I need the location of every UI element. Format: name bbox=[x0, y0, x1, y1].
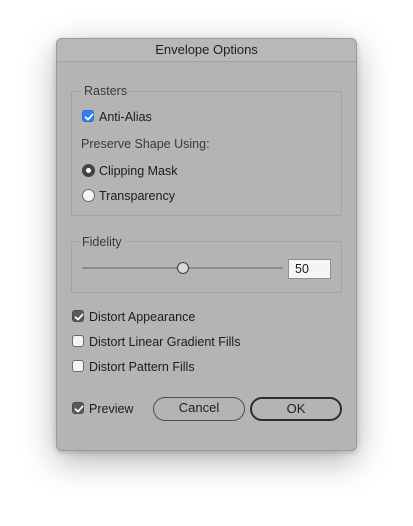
transparency-radio[interactable] bbox=[82, 189, 95, 202]
preview-checkbox[interactable] bbox=[72, 402, 84, 414]
fidelity-value-field[interactable]: 50 bbox=[288, 259, 331, 279]
checkmark-icon bbox=[74, 405, 84, 413]
ok-button[interactable]: OK bbox=[250, 397, 342, 421]
distort-pattern-fills-label: Distort Pattern Fills bbox=[89, 360, 195, 374]
distort-pattern-fills-checkbox[interactable] bbox=[72, 360, 84, 372]
cancel-button[interactable]: Cancel bbox=[153, 397, 245, 421]
distort-appearance-label: Distort Appearance bbox=[89, 310, 196, 324]
checkmark-icon bbox=[74, 313, 84, 321]
preview-label: Preview bbox=[89, 402, 134, 416]
distort-linear-gradient-label: Distort Linear Gradient Fills bbox=[89, 335, 241, 349]
rasters-legend: Rasters bbox=[82, 84, 130, 98]
clipping-mask-label: Clipping Mask bbox=[99, 164, 178, 178]
anti-alias-checkbox[interactable] bbox=[82, 110, 94, 122]
fidelity-legend: Fidelity bbox=[80, 235, 124, 249]
dialog-title: Envelope Options bbox=[57, 39, 356, 62]
clipping-mask-radio[interactable] bbox=[82, 164, 95, 177]
anti-alias-label: Anti-Alias bbox=[99, 110, 152, 124]
distort-appearance-checkbox[interactable] bbox=[72, 310, 84, 322]
preserve-shape-label: Preserve Shape Using: bbox=[81, 137, 210, 151]
checkmark-icon bbox=[84, 113, 94, 121]
fidelity-slider-thumb[interactable] bbox=[177, 262, 189, 274]
transparency-label: Transparency bbox=[99, 189, 175, 203]
distort-linear-gradient-checkbox[interactable] bbox=[72, 335, 84, 347]
